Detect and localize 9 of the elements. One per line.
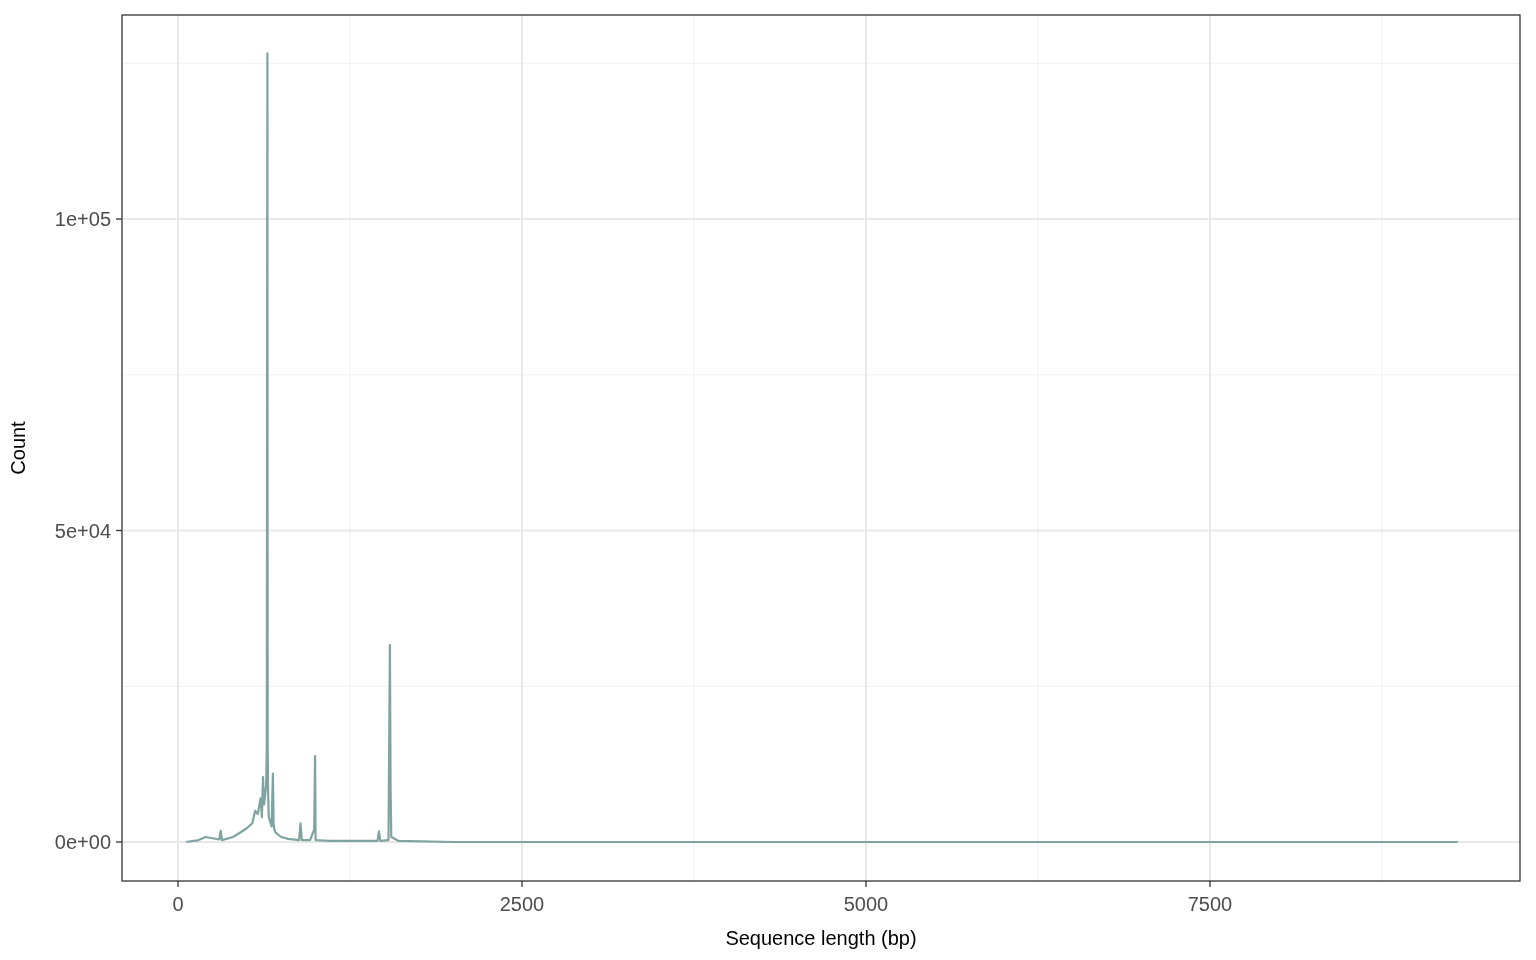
x-tick-label: 0 xyxy=(172,893,184,915)
y-tick-label: 0e+00 xyxy=(54,831,111,853)
x-tick-label: 2500 xyxy=(499,893,545,915)
y-axis-title: Count xyxy=(7,421,29,475)
x-tick-label: 7500 xyxy=(1187,893,1233,915)
y-tick-label: 1e+05 xyxy=(54,208,111,230)
x-tick-label: 5000 xyxy=(843,893,889,915)
x-axis-title: Sequence length (bp) xyxy=(725,927,917,949)
y-tick-label: 5e+04 xyxy=(54,519,111,542)
